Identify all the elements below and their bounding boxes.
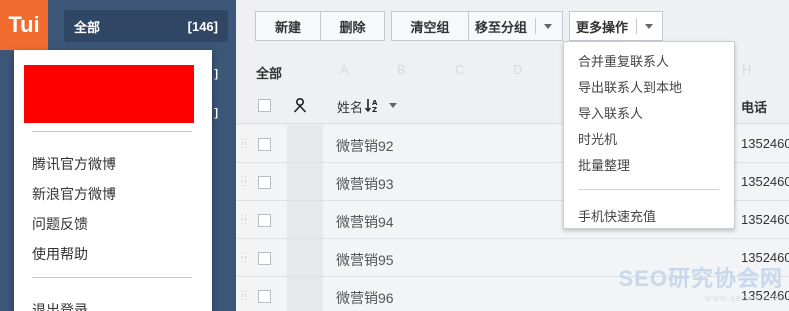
column-header-name[interactable]: 姓名 [337, 97, 363, 116]
person-icon [293, 97, 307, 113]
nav-item-all[interactable]: 全部 [146] [64, 10, 228, 42]
letter-index-h[interactable]: H [742, 62, 751, 77]
clear-group-button[interactable]: 清空组 [391, 11, 469, 41]
row-checkbox[interactable] [258, 252, 271, 265]
menu-item-import-contacts[interactable]: 导入联系人 [578, 103, 643, 122]
avatar [287, 277, 323, 311]
drag-handle-icon[interactable]: ∷ ∷ [241, 251, 249, 265]
divider [32, 277, 192, 278]
contact-name[interactable]: 微营销95 [336, 250, 394, 270]
move-to-group-button[interactable]: 移至分组 [469, 11, 563, 41]
row-checkbox[interactable] [258, 290, 271, 303]
menu-item-tencent-weibo[interactable]: 腾讯官方微博 [32, 154, 116, 174]
contact-phone: 1352460 [741, 136, 789, 151]
more-actions-dropdown: 合并重复联系人 导出联系人到本地 导入联系人 时光机 批量整理 手机快速充值 [563, 41, 735, 229]
sort-az-icon[interactable]: A Z [365, 97, 381, 113]
menu-item-feedback[interactable]: 问题反馈 [32, 214, 88, 234]
avatar [287, 125, 323, 162]
menu-item-mobile-recharge[interactable]: 手机快速充值 [578, 206, 656, 225]
row-checkbox[interactable] [258, 214, 271, 227]
contact-name[interactable]: 微营销93 [336, 174, 394, 194]
group-title: 全部 [256, 66, 283, 81]
divider [578, 189, 719, 190]
letter-index-a[interactable]: A [340, 62, 349, 77]
chevron-down-icon[interactable] [389, 103, 397, 108]
contact-name[interactable]: 微营销92 [336, 136, 394, 156]
new-button[interactable]: 新建 [255, 11, 321, 41]
toolbar: 新建 删除 清空组 移至分组 更多操作 [255, 11, 663, 41]
menu-item-sina-weibo[interactable]: 新浪官方微博 [32, 184, 116, 204]
site-watermark: SEO研究协会网 www.seoxh.com [619, 261, 783, 303]
nav-item-all-label: 全部 [74, 19, 101, 35]
move-to-group-label: 移至分组 [475, 19, 528, 35]
user-info-banner [24, 65, 194, 123]
contact-name[interactable]: 微营销94 [336, 212, 394, 232]
letter-index-c[interactable]: C [455, 62, 464, 77]
delete-button[interactable]: 删除 [321, 11, 385, 41]
chevron-down-icon [645, 23, 654, 29]
contact-phone: 1352460 [741, 174, 789, 189]
menu-item-export-contacts[interactable]: 导出联系人到本地 [578, 77, 682, 96]
avatar [287, 239, 323, 276]
letter-index-d[interactable]: D [513, 62, 522, 77]
menu-item-time-machine[interactable]: 时光机 [578, 129, 617, 148]
select-all-checkbox[interactable] [258, 99, 271, 112]
divider [32, 131, 192, 132]
site-watermark-url: www.seoxh.com [704, 293, 783, 303]
contact-phone: 1352460 [741, 212, 789, 227]
svg-text:Z: Z [372, 106, 377, 113]
avatar [287, 201, 323, 238]
more-actions-button[interactable]: 更多操作 [569, 11, 663, 41]
chevron-down-icon [544, 23, 553, 29]
drag-handle-icon[interactable]: ∷ ∷ [241, 289, 249, 303]
drag-handle-icon[interactable]: ∷ ∷ [241, 137, 249, 151]
letter-index-b[interactable]: B [397, 62, 406, 77]
more-actions-label: 更多操作 [576, 19, 629, 35]
column-header-phone: 电话 [741, 100, 768, 115]
nav-item-count-fragment: ] [214, 107, 218, 119]
drag-handle-icon[interactable]: ∷ ∷ [241, 175, 249, 189]
menu-item-help[interactable]: 使用帮助 [32, 244, 88, 264]
row-checkbox[interactable] [258, 138, 271, 151]
user-popup-menu: 腾讯官方微博 新浪官方微博 问题反馈 使用帮助 退出登录 [14, 50, 212, 311]
avatar [287, 163, 323, 200]
nav-item-count-fragment: ] [214, 68, 218, 80]
site-watermark-text: SEO研究协会网 [618, 266, 783, 291]
menu-item-logout[interactable]: 退出登录 [32, 300, 88, 311]
contact-name[interactable]: 微营销96 [336, 288, 394, 308]
drag-handle-icon[interactable]: ∷ ∷ [241, 213, 249, 227]
menu-item-merge-duplicates[interactable]: 合并重复联系人 [578, 51, 669, 70]
nav-item-all-count: [146] [187, 18, 218, 34]
menu-item-batch-organize[interactable]: 批量整理 [578, 155, 630, 174]
row-checkbox[interactable] [258, 176, 271, 189]
app-logo[interactable]: Tui [0, 0, 48, 50]
